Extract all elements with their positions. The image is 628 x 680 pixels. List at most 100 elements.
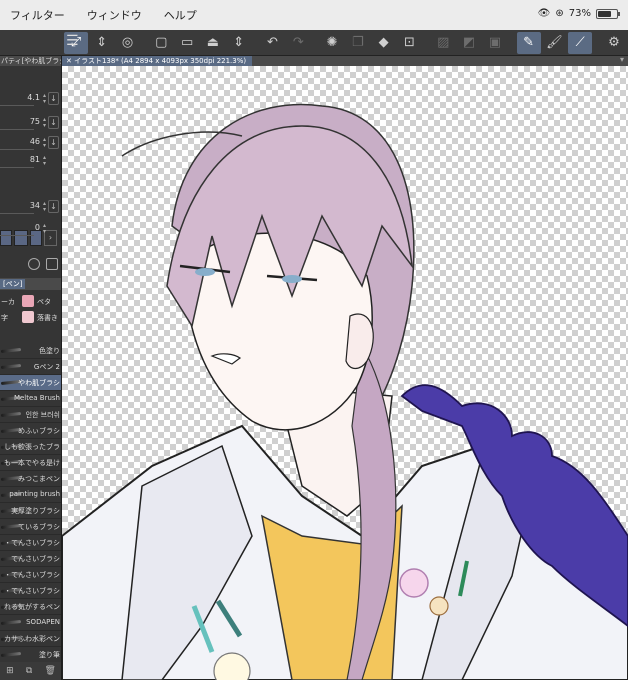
brush-name: みつこまペン [18,475,60,483]
save-icon[interactable]: ⏏ [201,32,225,54]
canvas[interactable] [62,66,628,680]
redo-icon[interactable]: ↷ [286,32,310,54]
brush-name: てんさいブラシ [11,555,60,563]
mask-icon[interactable]: ▨ [431,32,455,54]
select-icon[interactable]: ⊡ [398,32,422,54]
menu-help[interactable]: ヘルプ [164,7,197,23]
spinner-icon[interactable]: ▴ ▾ [43,117,46,129]
updown-small-icon[interactable]: ⇕ [227,32,251,54]
subtool-tab[interactable]: [ペン] [0,279,26,289]
brush-item[interactable]: も一本でやる是け [0,455,61,471]
menu-window[interactable]: ウィンドウ [87,7,142,23]
prop-value: 34 [29,201,40,210]
subtool-item[interactable]: ーカ ペタ [0,294,61,310]
new-icon[interactable]: ▢ [149,32,173,54]
open-icon[interactable]: ▭ [175,32,199,54]
brush-name: ・てんさいブラシ [4,587,60,595]
add-icon[interactable]: ⊞ [6,666,14,676]
duplicate-icon[interactable]: ⧉ [26,666,32,676]
loading-icon[interactable]: ✺ [320,32,344,54]
menu-icon[interactable]: ☰ [66,33,79,49]
prop-density[interactable]: 46 ▴ ▾ ↓ [0,134,61,152]
undo-icon[interactable]: ↶ [261,32,285,54]
spinner-icon[interactable]: ▴ ▾ [43,201,46,213]
canvas-tabbar: ✕ イラスト138* (A4 2894 x 4093px 350dpi 221.… [62,55,628,66]
clock-icon[interactable] [28,258,40,270]
brush-name: ているブラシ [18,523,60,531]
brush-item[interactable]: 인한 브러쉬 [0,407,61,423]
brush-list: 色塗り Gペン 2 やわ肌ブラシ Meltea Brush 인한 브러쉬 めふぃブラシ しも… [0,343,61,663]
prop-brush-size[interactable]: 4.1 ▴ ▾ ↓ [0,90,61,108]
brush-item[interactable]: 実厚塗りブラシ [0,503,61,519]
canvas-tab[interactable]: ✕ イラスト138* (A4 2894 x 4093px 350dpi 221.… [62,56,253,66]
prop-value: 0 [34,223,40,232]
brush-stroke-preview [0,619,22,626]
download-icon[interactable]: ↓ [48,92,59,105]
pen-icon[interactable]: ✎ [516,31,541,54]
brush-name: 色塗り [39,347,60,355]
brush-stroke-preview [0,411,22,418]
brush-item[interactable]: 色塗り [0,343,61,359]
brush-item[interactable]: カサふわ水彩ペン [0,631,61,647]
brush-item[interactable]: SODAPEN [0,615,61,631]
copy-icon[interactable]: ❐ [346,32,370,54]
chevron-down-icon[interactable]: ▾ [620,55,624,64]
brush-item[interactable]: れる気がするペン [0,599,61,615]
brush-item[interactable]: しも欲張ったブラ [0,439,61,455]
menu-filter[interactable]: フィルター [10,7,65,23]
brush-item[interactable]: やわ肌ブラシ [0,375,61,391]
prop-stabilization[interactable]: 34 ▴ ▾ ↓ [0,198,61,216]
brush-icon[interactable]: 🖌 [543,32,567,54]
ruler-icon[interactable]: ⟋ [568,31,593,54]
subtool-thumb [22,295,34,307]
brush-name: ・てんさいブラシ [4,571,60,579]
brush-item[interactable]: ・てんさいブラシ [0,535,61,551]
brush-stroke-preview [0,651,22,658]
brush-name: 인한 브러쉬 [25,411,60,419]
status-bar: フィルター ウィンドウ ヘルプ 👁 ⊛ 73% [0,0,628,30]
brush-name: 塗り筆 [39,651,60,659]
spinner-icon[interactable]: ▴ ▾ [43,137,46,149]
spinner-icon[interactable]: ▴ ▾ [43,155,46,167]
tool-property-panel: パティ[やわ肌ブラシ 4.1 ▴ ▾ ↓ 75 ▴ ▾ ↓ 46 ▴ ▾ ↓ 81 ▴… [0,56,62,680]
subtool-header: [ペン] [0,278,61,290]
brush-item[interactable]: ・てんさいブラシ [0,583,61,599]
subtool-thumb [22,311,34,323]
brush-stroke-preview [0,347,22,354]
brush-name: Gペン 2 [33,363,60,371]
location-icon: ⊛ [555,8,564,19]
prop-value: 46 [29,137,40,146]
trash-icon[interactable]: 🗑 [44,666,55,676]
brush-item[interactable]: Meltea Brush [0,391,61,407]
download-icon[interactable]: ↓ [48,200,59,213]
prop-correction[interactable]: 0 ▴ ▾ [0,220,61,238]
brush-item[interactable]: 塗り筆 [0,647,61,663]
prop-blend[interactable]: 81 ▴ ▾ [0,152,61,170]
brush-item[interactable]: てんさいブラシ [0,551,61,567]
brush-name: Meltea Brush [13,394,60,402]
brush-name: も一本でやる是け [4,459,60,467]
battery-percent: 73% [568,8,591,19]
fill-icon[interactable]: ◆ [372,32,396,54]
download-icon[interactable]: ↓ [48,136,59,149]
brush-name: painting brush [9,490,60,498]
view-icon[interactable]: ◎ [116,32,140,54]
spinner-icon[interactable]: ▴ ▾ [43,223,46,235]
brush-item[interactable]: ・てんさいブラシ [0,567,61,583]
brush-item[interactable]: painting brush [0,487,61,503]
updown-icon[interactable]: ⇕ [90,32,114,54]
settings-icon[interactable]: ⚙ [602,32,626,54]
subtool-item[interactable]: 字 落書き [0,310,61,326]
prop-opacity[interactable]: 75 ▴ ▾ ↓ [0,114,61,132]
brush-item[interactable]: ているブラシ [0,519,61,535]
download-icon[interactable]: ↓ [48,116,59,129]
layer-icon[interactable]: ◩ [457,32,481,54]
brush-name: ・てんさいブラシ [4,539,60,547]
brush-item[interactable]: Gペン 2 [0,359,61,375]
spinner-icon[interactable]: ▴ ▾ [43,93,46,105]
brush-item[interactable]: みつこまペン [0,471,61,487]
wrench-icon[interactable] [46,258,58,270]
brush-item[interactable]: めふぃブラシ [0,423,61,439]
illustration [62,103,628,680]
frame-icon[interactable]: ▣ [483,32,507,54]
